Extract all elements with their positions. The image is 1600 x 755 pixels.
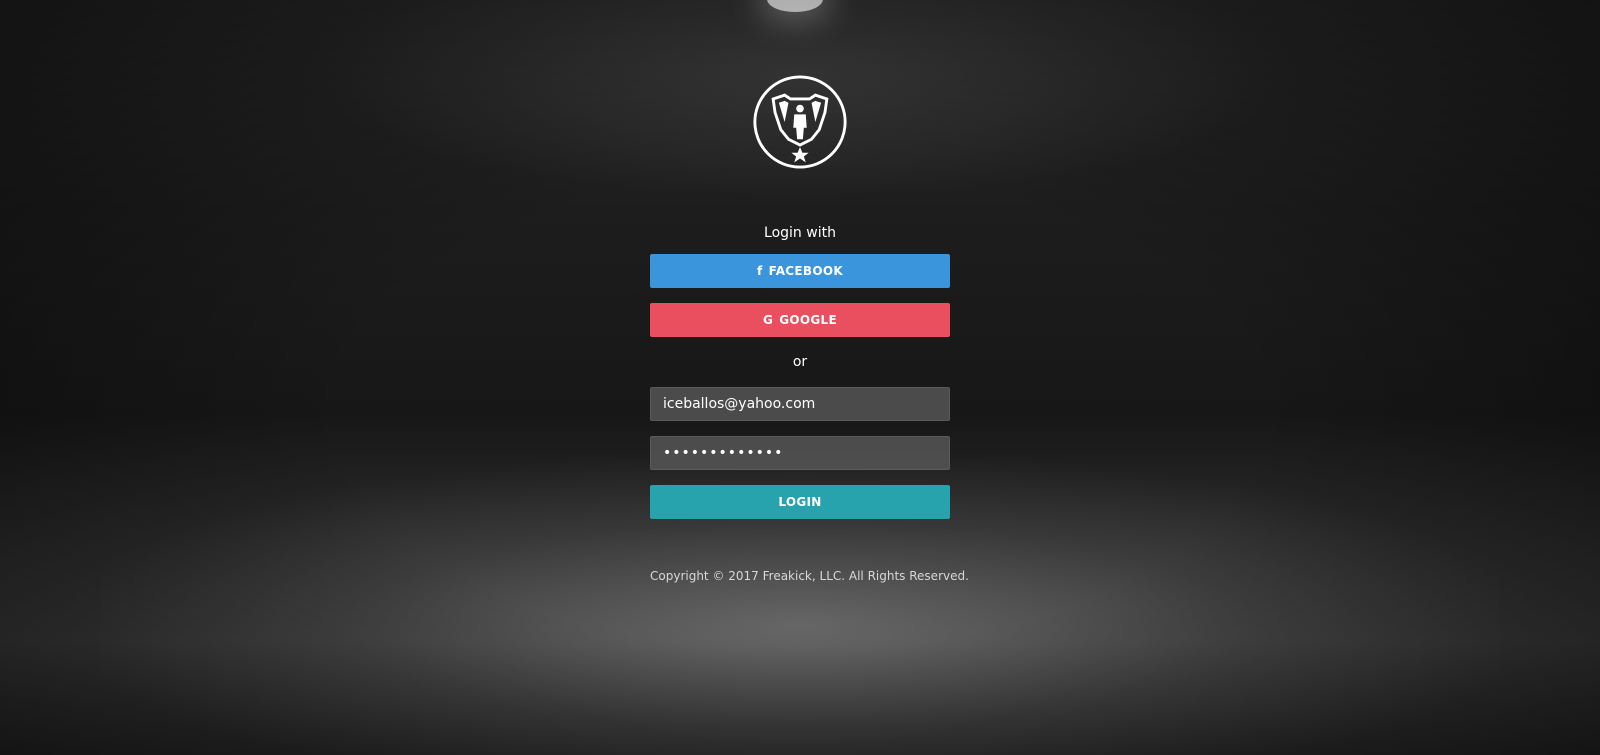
copyright-text: Copyright © 2017 Freakick, LLC. All Righ… — [650, 569, 969, 583]
login-panel: Login with f FACEBOOK G GOOGLE or LOGIN … — [650, 74, 969, 583]
trophy-logo — [753, 75, 847, 169]
facebook-button-label: FACEBOOK — [768, 264, 843, 278]
email-field[interactable] — [650, 387, 950, 421]
facebook-icon: f — [757, 264, 763, 278]
login-button[interactable]: LOGIN — [650, 485, 950, 519]
google-button-label: GOOGLE — [779, 313, 837, 327]
login-with-label: Login with — [764, 225, 836, 241]
google-icon: G — [763, 313, 774, 327]
login-button-label: LOGIN — [778, 495, 822, 509]
or-separator: or — [792, 354, 808, 370]
google-login-button[interactable]: G GOOGLE — [650, 303, 950, 337]
password-field[interactable] — [650, 436, 950, 470]
facebook-login-button[interactable]: f FACEBOOK — [650, 254, 950, 288]
